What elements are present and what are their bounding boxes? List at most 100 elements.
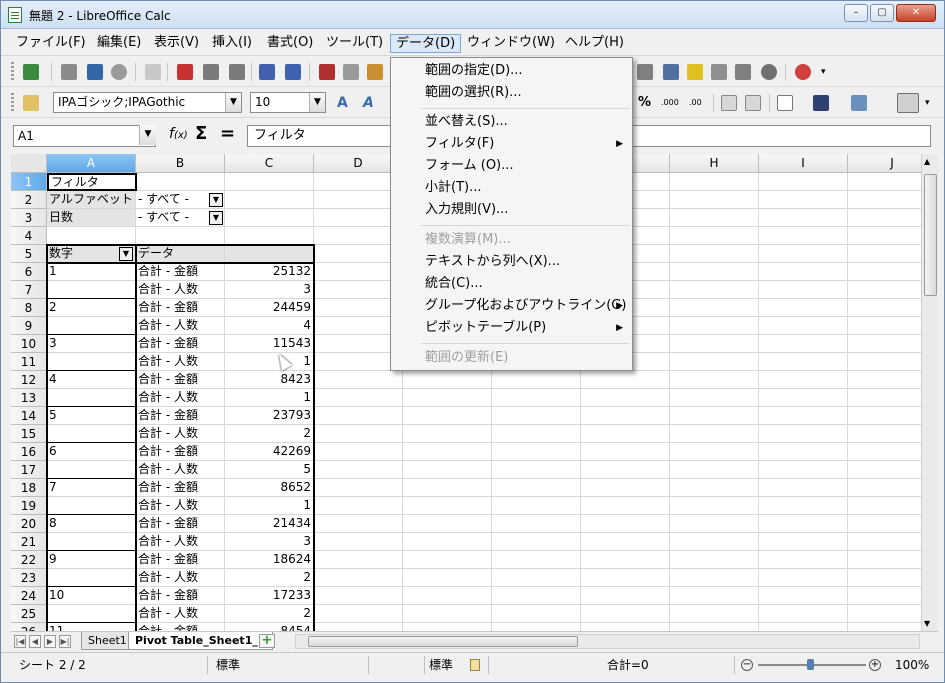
row-header[interactable]: 16 bbox=[11, 443, 47, 461]
menu-format[interactable]: 書式(O) bbox=[262, 34, 318, 53]
new-document-icon[interactable] bbox=[23, 64, 39, 80]
row-header[interactable]: 7 bbox=[11, 281, 47, 299]
bold-icon[interactable]: A bbox=[337, 95, 353, 111]
page-style[interactable]: 標準 bbox=[216, 657, 240, 673]
pivot-value[interactable]: 3 bbox=[225, 281, 314, 299]
row-header[interactable]: 17 bbox=[11, 461, 47, 479]
pivot-header-empty[interactable] bbox=[225, 245, 314, 263]
menu-text-to-columns[interactable]: テキストから列へ(X)... bbox=[392, 251, 631, 273]
row-header[interactable]: 9 bbox=[11, 317, 47, 335]
styles-icon[interactable] bbox=[23, 95, 39, 111]
font-size-combo[interactable]: 10 ▼ bbox=[250, 92, 326, 113]
email-icon[interactable] bbox=[111, 64, 127, 80]
pivot-value[interactable]: 8454 bbox=[225, 623, 314, 631]
row-header[interactable]: 15 bbox=[11, 425, 47, 443]
insert-image-icon[interactable] bbox=[663, 64, 679, 80]
pivot-value[interactable]: 5 bbox=[225, 461, 314, 479]
pivot-data-label[interactable]: 合計 - 金額 bbox=[136, 371, 225, 389]
pivot-row-label[interactable]: 10 bbox=[47, 587, 136, 605]
copy-icon[interactable] bbox=[343, 64, 359, 80]
menu-group-outline[interactable]: グループ化およびアウトライン(G) ▶ bbox=[392, 295, 631, 317]
pivot-row-label[interactable]: 3 bbox=[47, 335, 136, 353]
column-header-c[interactable]: C bbox=[225, 154, 314, 173]
zoom-slider-thumb[interactable] bbox=[807, 659, 814, 670]
font-size-dropdown-icon[interactable]: ▼ bbox=[309, 93, 325, 112]
row-header[interactable]: 25 bbox=[11, 605, 47, 623]
menu-file[interactable]: ファイル(F) bbox=[11, 34, 91, 53]
scroll-up-icon[interactable]: ▲ bbox=[924, 157, 930, 166]
filter-dropdown-icon[interactable]: ▼ bbox=[209, 193, 223, 207]
save-icon[interactable] bbox=[87, 64, 103, 80]
pivot-row-label[interactable]: 1 bbox=[47, 263, 136, 281]
pivot-row-label[interactable] bbox=[47, 461, 136, 479]
pivot-data-label[interactable]: 合計 - 人数 bbox=[136, 317, 225, 335]
pivot-row-label[interactable]: 9 bbox=[47, 551, 136, 569]
vertical-scrollbar[interactable]: ▲ ▼ bbox=[921, 154, 938, 631]
print-preview-icon[interactable] bbox=[229, 64, 245, 80]
minimize-button[interactable]: – bbox=[844, 4, 868, 22]
name-box[interactable]: A1 ▼ bbox=[13, 125, 156, 147]
last-sheet-icon[interactable]: ▶| bbox=[59, 635, 71, 648]
datasource-icon[interactable] bbox=[735, 64, 751, 80]
pivot-data-label[interactable]: 合計 - 人数 bbox=[136, 533, 225, 551]
pivot-data-label[interactable]: 合計 - 人数 bbox=[136, 497, 225, 515]
vertical-scroll-thumb[interactable] bbox=[924, 174, 937, 296]
select-all-corner[interactable] bbox=[11, 154, 47, 173]
pivot-data-label[interactable]: 合計 - 人数 bbox=[136, 281, 225, 299]
sum-display[interactable]: 合計=0 bbox=[607, 657, 649, 673]
pivot-row-label[interactable] bbox=[47, 281, 136, 299]
insert-chart-icon[interactable] bbox=[637, 64, 653, 80]
filter-field-days[interactable]: 日数 bbox=[47, 209, 136, 227]
row-header[interactable]: 20 bbox=[11, 515, 47, 533]
spellcheck-icon[interactable] bbox=[259, 64, 275, 80]
pivot-value[interactable]: 4 bbox=[225, 317, 314, 335]
pivot-field-dropdown-icon[interactable]: ▼ bbox=[119, 247, 133, 261]
column-header-j[interactable]: J bbox=[848, 154, 921, 173]
pivot-row-label[interactable]: 4 bbox=[47, 371, 136, 389]
pivot-data-label[interactable]: 合計 - 人数 bbox=[136, 425, 225, 443]
pivot-value[interactable]: 24459 bbox=[225, 299, 314, 317]
formula-icon[interactable]: = bbox=[220, 123, 235, 144]
pivot-data-label[interactable]: 合計 - 人数 bbox=[136, 389, 225, 407]
row-header[interactable]: 19 bbox=[11, 497, 47, 515]
italic-icon[interactable]: A bbox=[363, 95, 379, 111]
row-header[interactable]: 22 bbox=[11, 551, 47, 569]
pivot-value[interactable]: 23793 bbox=[225, 407, 314, 425]
pivot-data-label[interactable]: 合計 - 人数 bbox=[136, 461, 225, 479]
menu-help[interactable]: ヘルプ(H) bbox=[560, 34, 629, 53]
pivot-value[interactable]: 1 bbox=[225, 497, 314, 515]
menu-insert[interactable]: 挿入(I) bbox=[207, 34, 257, 53]
pivot-value[interactable]: 21434 bbox=[225, 515, 314, 533]
open-icon[interactable] bbox=[61, 64, 77, 80]
maximize-button[interactable]: ▢ bbox=[870, 4, 894, 22]
menu-sort[interactable]: 並べ替え(S)... bbox=[392, 111, 631, 133]
paste-icon[interactable] bbox=[367, 64, 383, 80]
row-header[interactable]: 14 bbox=[11, 407, 47, 425]
menu-subtotals[interactable]: 小計(T)... bbox=[392, 177, 631, 199]
row-header[interactable]: 23 bbox=[11, 569, 47, 587]
cell-a1[interactable]: フィルタ bbox=[47, 173, 137, 191]
row-header[interactable]: 24 bbox=[11, 587, 47, 605]
pivot-row-label[interactable]: 8 bbox=[47, 515, 136, 533]
menu-tools[interactable]: ツール(T) bbox=[321, 34, 388, 53]
pivot-data-label[interactable]: 合計 - 金額 bbox=[136, 479, 225, 497]
close-button[interactable]: ✕ bbox=[896, 4, 936, 22]
menu-form[interactable]: フォーム (O)... bbox=[392, 155, 631, 177]
row-header[interactable]: 5 bbox=[11, 245, 47, 263]
edit-file-icon[interactable] bbox=[145, 64, 161, 80]
horizontal-scroll-thumb[interactable] bbox=[308, 636, 578, 647]
pivot-row-label[interactable]: 2 bbox=[47, 299, 136, 317]
print-icon[interactable] bbox=[203, 64, 219, 80]
column-header-a[interactable]: A bbox=[47, 154, 136, 173]
filter-field-alphabet[interactable]: アルファベット bbox=[47, 191, 136, 209]
export-pdf-icon[interactable] bbox=[177, 64, 193, 80]
prev-sheet-icon[interactable]: ◀ bbox=[29, 635, 41, 648]
pivot-value[interactable]: 17233 bbox=[225, 587, 314, 605]
pivot-value[interactable]: 11543 bbox=[225, 335, 314, 353]
autospellcheck-icon[interactable] bbox=[285, 64, 301, 80]
menu-filter[interactable]: フィルタ(F) ▶ bbox=[392, 133, 631, 155]
name-box-dropdown-icon[interactable]: ▼ bbox=[139, 125, 156, 145]
toolbar-options-icon[interactable]: ▾ bbox=[821, 64, 829, 80]
pivot-value[interactable]: 2 bbox=[225, 425, 314, 443]
first-sheet-icon[interactable]: |◀ bbox=[14, 635, 26, 648]
